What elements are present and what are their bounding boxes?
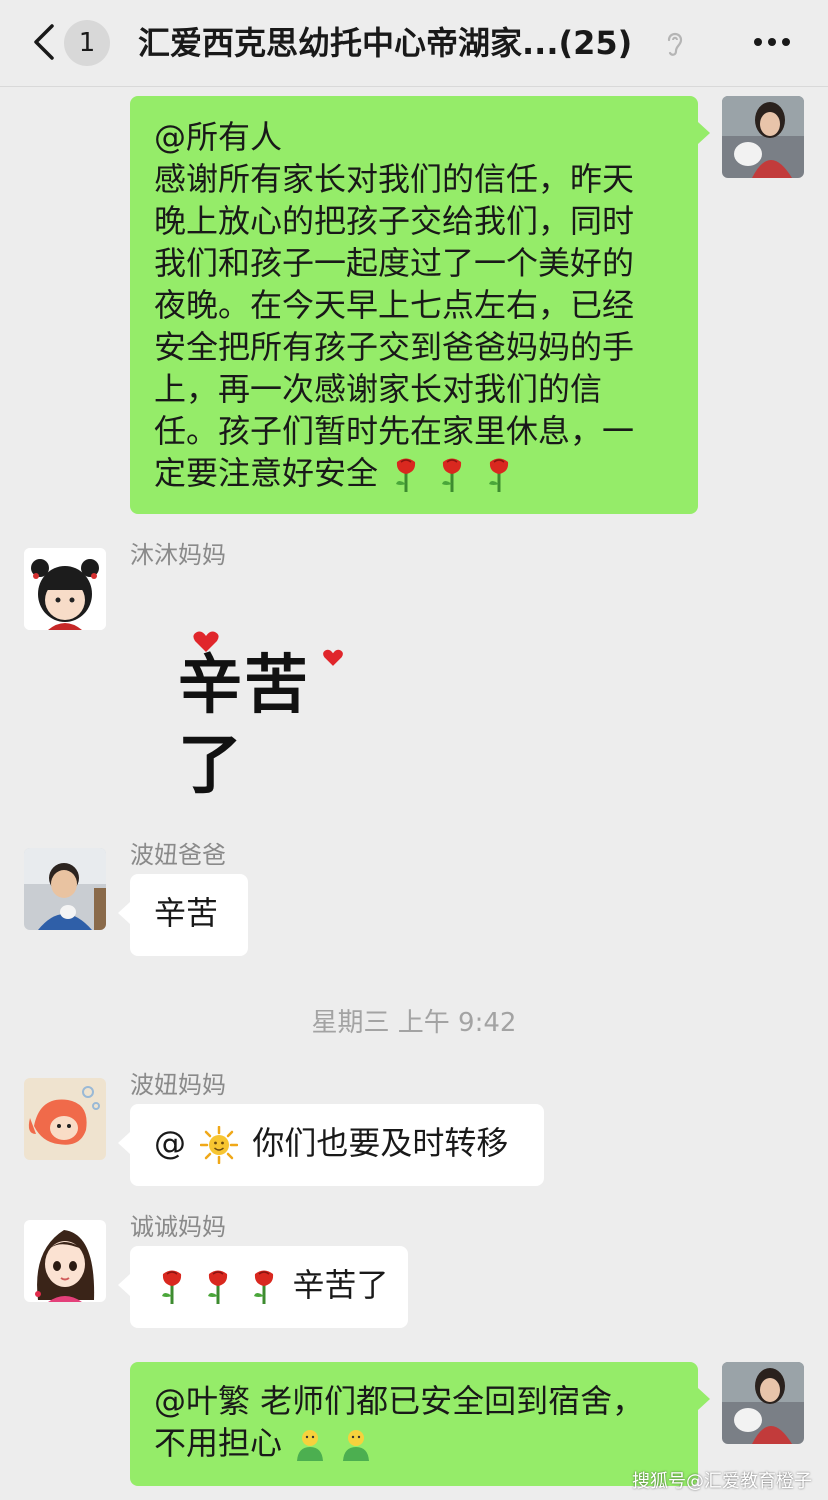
message-line: @所有人	[154, 118, 283, 156]
message-bubble-announcement[interactable]: @所有人 感谢所有家长对我们的信任，昨天 晚上放心的把孩子交给我们，同时 我们和…	[130, 96, 710, 514]
message-line: 我们和孩子一起度过了一个美好的	[154, 244, 635, 282]
sender-name: 波妞妈妈	[130, 1071, 226, 1099]
sticker-xinku-le[interactable]: 辛苦了	[170, 628, 350, 803]
sticker-text: 辛苦了	[178, 649, 310, 803]
rose-emoji	[396, 458, 416, 492]
unread-count-badge[interactable]: 1	[64, 20, 110, 66]
sun-emoji	[200, 1126, 239, 1164]
message-line: 不用担心	[154, 1422, 674, 1464]
message-line: @叶繁 老师们都已安全回到宿舍，	[154, 1382, 645, 1420]
message-text: 辛苦了	[292, 1266, 389, 1304]
avatar-chengcheng-mom[interactable]	[24, 1220, 106, 1302]
my-avatar[interactable]	[722, 1362, 804, 1444]
more-icon[interactable]	[752, 30, 792, 54]
rose-emoji	[162, 1270, 182, 1304]
message-line: @ 你们也要及时转移	[154, 1122, 520, 1164]
message-timestamp: 星期三 上午 9:42	[311, 1008, 517, 1038]
avatar-boniu-mom[interactable]	[24, 1078, 106, 1160]
avatar-mumu-mom[interactable]	[24, 548, 106, 630]
message-line: 辛苦了	[154, 1264, 389, 1306]
message-bubble-reply[interactable]: @叶繁 老师们都已安全回到宿舍， 不用担心	[130, 1362, 710, 1486]
chat-header: 1 汇爱西克思幼托中心帝湖家...(25)	[0, 0, 828, 87]
message-line: 夜晚。在今天早上七点左右，已经	[154, 286, 635, 324]
message-line: 安全把所有孩子交到爸爸妈妈的手	[154, 328, 635, 366]
message-line-text: 定要注意好安全	[154, 454, 379, 492]
chat-title: 汇爱西克思幼托中心帝湖家...(25)	[138, 24, 633, 62]
emoji-person	[297, 1430, 324, 1461]
message-line: 任。孩子们暂时先在家里休息，一	[154, 412, 635, 450]
message-line: 上，再一次感谢家长对我们的信	[154, 370, 603, 408]
mention-prefix: @	[154, 1124, 186, 1162]
my-avatar[interactable]	[722, 96, 804, 178]
rose-emoji	[488, 458, 508, 492]
message-line: 定要注意好安全	[154, 452, 674, 494]
message-line-text: 不用担心	[154, 1424, 283, 1462]
message-text: 你们也要及时转移	[252, 1124, 509, 1162]
message-text: 辛苦	[154, 894, 219, 932]
emoji-person	[343, 1430, 370, 1461]
avatar-boniu-dad[interactable]	[24, 848, 106, 930]
sender-name: 诚诚妈妈	[130, 1213, 226, 1241]
message-bubble[interactable]: 辛苦了	[118, 1246, 408, 1328]
rose-emoji	[442, 458, 462, 492]
message-bubble[interactable]: 辛苦	[118, 874, 248, 956]
sender-name: 沐沐妈妈	[130, 541, 226, 569]
message-bubble[interactable]: @ 你们也要及时转移	[118, 1104, 544, 1186]
watermark: 搜狐号@汇爱教育橙子	[632, 1471, 812, 1492]
message-line: 晚上放心的把孩子交给我们，同时	[154, 202, 635, 240]
rose-emoji	[254, 1270, 274, 1304]
ear-icon	[667, 32, 683, 56]
rose-emoji	[208, 1270, 228, 1304]
message-line: 感谢所有家长对我们的信任，昨天	[154, 160, 635, 198]
back-icon[interactable]	[30, 22, 58, 62]
sender-name: 波妞爸爸	[130, 841, 226, 869]
